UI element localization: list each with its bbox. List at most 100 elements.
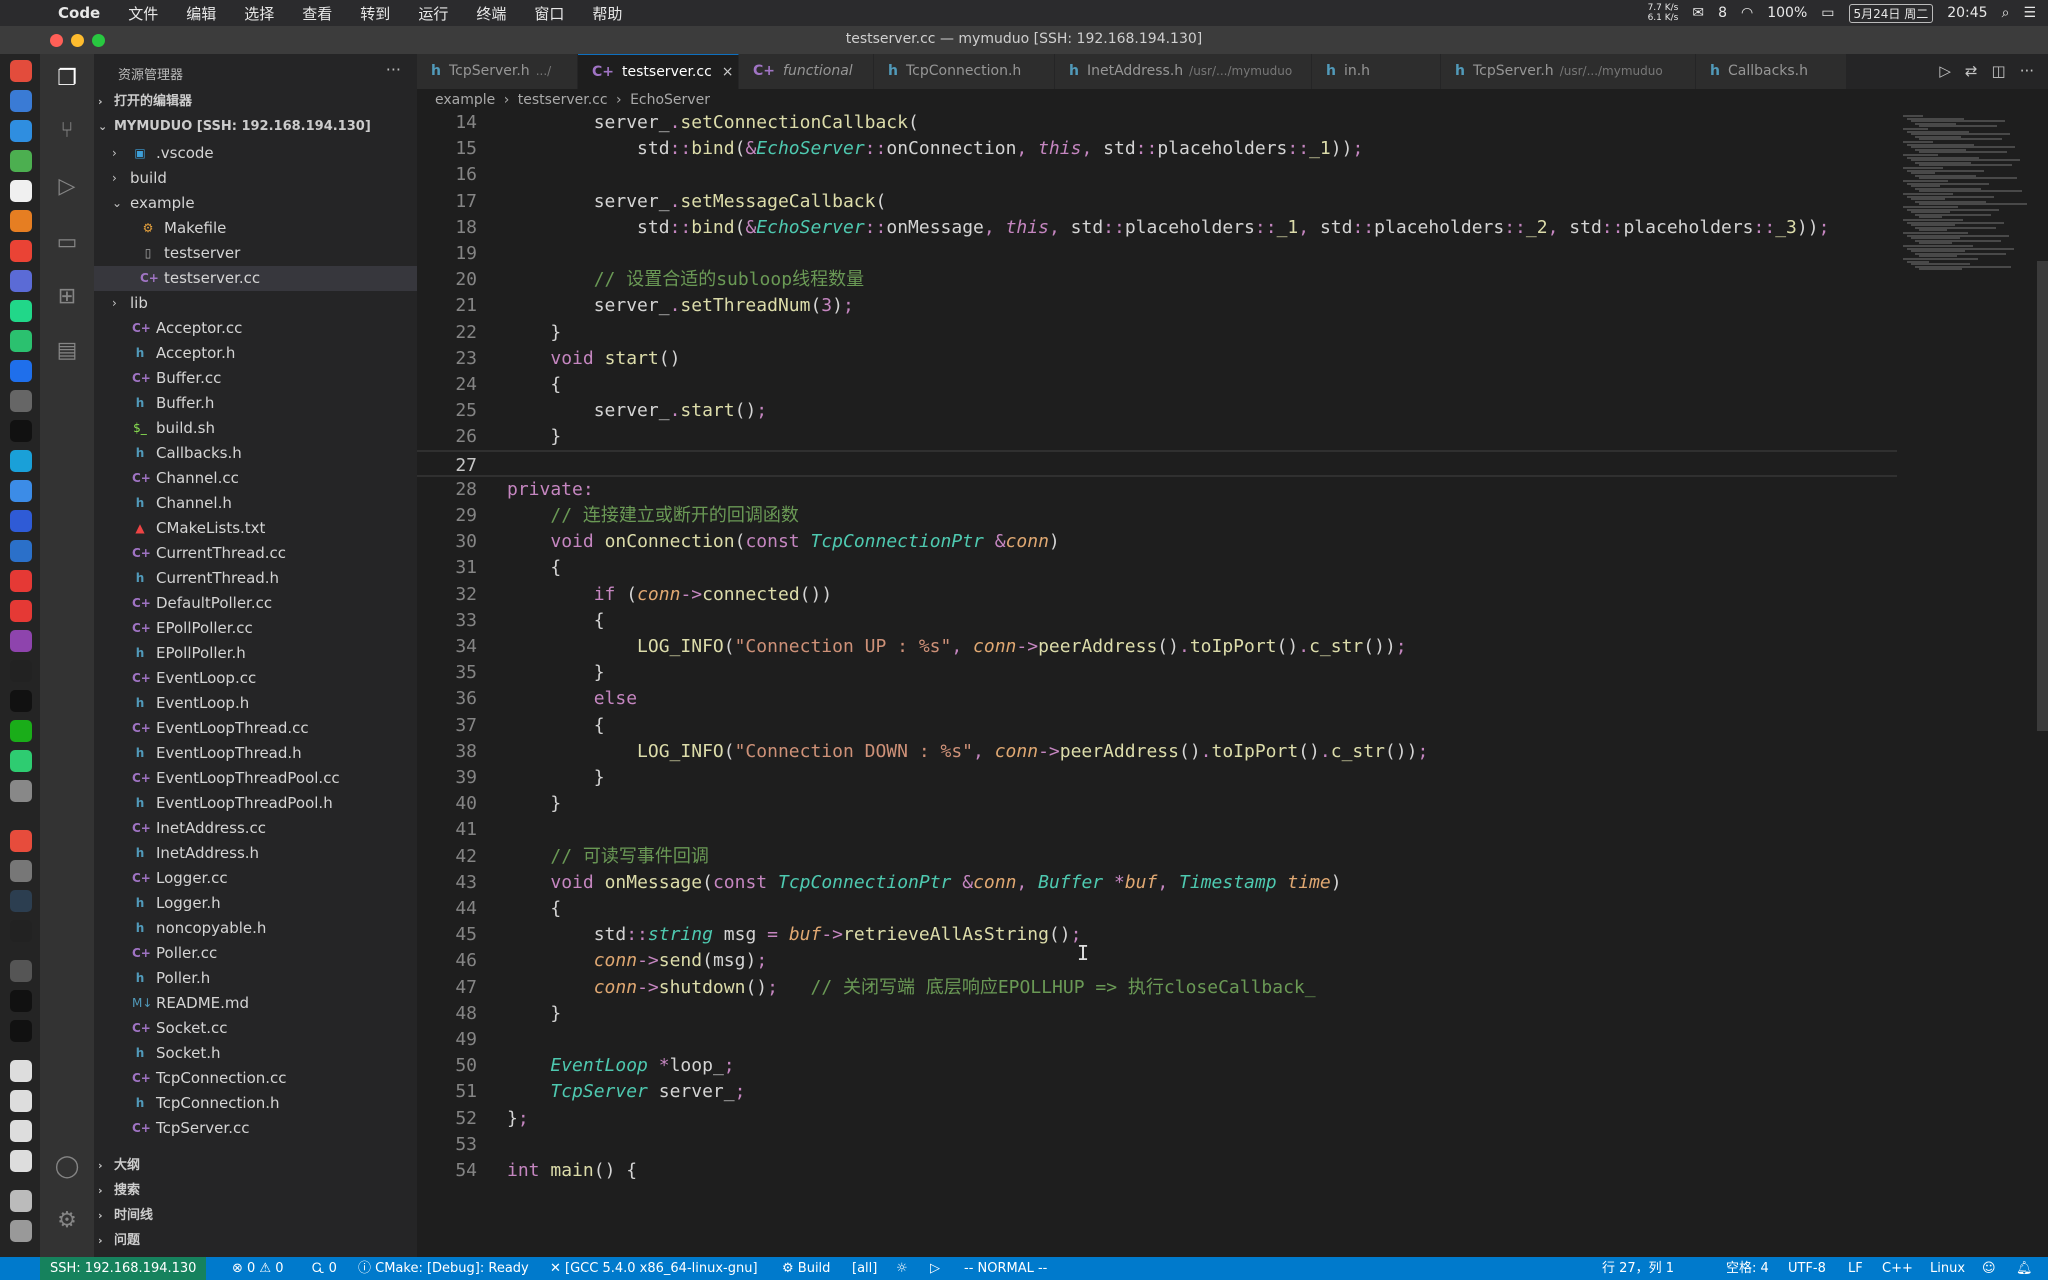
editor-tab[interactable]: h Callbacks.h <box>1696 54 1847 89</box>
pycharm-icon[interactable] <box>10 330 32 352</box>
trash-icon[interactable] <box>10 1220 32 1242</box>
app-icon[interactable] <box>10 750 32 772</box>
code-line[interactable]: 41 <box>417 816 1897 843</box>
code-line[interactable]: 52}; <box>417 1105 1897 1132</box>
app-icon[interactable] <box>10 1020 32 1042</box>
menu-view[interactable]: 查看 <box>288 3 346 24</box>
settings-icon[interactable] <box>10 780 32 802</box>
breadcrumb-file[interactable]: testserver.cc <box>518 92 608 108</box>
tree-item[interactable]: C+ TcpConnection.cc <box>94 1066 417 1091</box>
code-line[interactable]: 21 server_.setThreadNum(3); <box>417 292 1897 319</box>
cmake-icon[interactable]: ▤ <box>54 338 80 364</box>
timeline-section[interactable]: › 时间线 <box>94 1205 417 1227</box>
code-line[interactable]: 25 server_.start(); <box>417 397 1897 424</box>
tree-item[interactable]: h CurrentThread.h <box>94 566 417 591</box>
run-icon[interactable]: ▷ <box>1939 54 1951 89</box>
split-editor-icon[interactable]: ◫ <box>1992 54 2006 89</box>
tree-item[interactable]: C+ InetAddress.cc <box>94 816 417 841</box>
code-line[interactable]: 24 { <box>417 371 1897 398</box>
code-line[interactable]: 28 private: <box>417 476 1897 503</box>
run-play-icon[interactable]: ▷ <box>930 1257 940 1280</box>
tree-item[interactable]: h EventLoopThread.h <box>94 741 417 766</box>
code-line[interactable]: 26 } <box>417 423 1897 450</box>
extensions-icon[interactable]: ⊞ <box>54 284 80 310</box>
tree-item[interactable]: C+ EventLoopThread.cc <box>94 716 417 741</box>
menu-app-name[interactable]: Code <box>44 4 114 22</box>
tree-item[interactable]: C+ testserver.cc <box>94 266 417 291</box>
problems-section[interactable]: › 问题 <box>94 1230 417 1252</box>
code-line[interactable]: 45 std::string msg = buf->retrieveAllAsS… <box>417 921 1897 948</box>
editor-tab[interactable]: h TcpConnection.h <box>874 54 1055 89</box>
scrollbar-thumb[interactable] <box>2037 261 2048 731</box>
netease-music-icon[interactable] <box>10 600 32 622</box>
tree-item[interactable]: ▲ CMakeLists.txt <box>94 516 417 541</box>
code-line[interactable]: 36 else <box>417 685 1897 712</box>
code-line[interactable]: 14 server_.setConnectionCallback( <box>417 111 1897 136</box>
build-target[interactable]: [all] <box>852 1257 877 1280</box>
cmake-kit[interactable]: ✕ [GCC 5.4.0 x86_64-linux-gnu] <box>550 1257 758 1280</box>
editor-tab[interactable]: C+ functional <box>739 54 874 89</box>
tree-item[interactable]: h EventLoopThreadPool.h <box>94 791 417 816</box>
app-icon[interactable] <box>10 890 32 912</box>
explorer-icon[interactable]: ❐ <box>54 66 80 92</box>
run-debug-icon[interactable]: ▷ <box>54 174 80 200</box>
app-icon[interactable] <box>10 830 32 852</box>
notifications-icon[interactable]: 🔔︎ <box>2016 1257 2033 1280</box>
app-icon[interactable] <box>10 540 32 562</box>
line-ending[interactable]: LF <box>1848 1257 1863 1280</box>
open-editors-section[interactable]: › 打开的编辑器 <box>94 91 417 113</box>
vscode-icon[interactable] <box>10 360 32 382</box>
menu-go[interactable]: 转到 <box>346 3 404 24</box>
explorer-more-button[interactable]: ··· <box>386 60 401 79</box>
app-icon[interactable] <box>10 270 32 292</box>
tree-item[interactable]: › lib <box>94 291 417 316</box>
app-icon[interactable] <box>10 480 32 502</box>
app-icon[interactable] <box>10 860 32 882</box>
breadcrumb-symbol[interactable]: EchoServer <box>630 92 710 108</box>
code-line[interactable]: 31 { <box>417 554 1897 581</box>
code-line[interactable]: 53 <box>417 1131 1897 1158</box>
code-line[interactable]: 42 // 可读写事件回调 <box>417 843 1897 870</box>
code-editor[interactable]: 14 server_.setConnectionCallback(15 std:… <box>417 111 1897 1257</box>
tree-item[interactable]: ⚙ Makefile <box>94 216 417 241</box>
tree-item[interactable]: $_ build.sh <box>94 416 417 441</box>
build-button[interactable]: ⚙ Build <box>782 1257 830 1280</box>
workspace-section[interactable]: ⌄ MYMUDUO [SSH: 192.168.194.130] <box>94 116 417 138</box>
code-line[interactable]: 46 conn->send(msg); <box>417 947 1897 974</box>
editor-tab[interactable]: h InetAddress.h/usr/.../mymuduo <box>1055 54 1312 89</box>
menu-edit[interactable]: 编辑 <box>172 3 230 24</box>
wifi-icon[interactable]: ◠ <box>1741 5 1753 21</box>
encoding[interactable]: UTF-8 <box>1788 1257 1826 1280</box>
code-line[interactable]: 18 std::bind(&EchoServer::onMessage, thi… <box>417 214 1897 241</box>
code-line[interactable]: 51 TcpServer server_; <box>417 1078 1897 1105</box>
menu-help[interactable]: 帮助 <box>578 3 636 24</box>
tree-item[interactable]: h noncopyable.h <box>94 916 417 941</box>
breadcrumb-folder[interactable]: example <box>435 92 495 108</box>
editor-tab[interactable]: h TcpServer.h .../ <box>417 54 578 89</box>
chrome-icon[interactable] <box>10 60 32 82</box>
ports-count[interactable]: Ꮹ 0 <box>312 1257 337 1280</box>
date-label[interactable]: 5月24日 周二 <box>1848 3 1934 23</box>
wechat-dock-icon[interactable] <box>10 720 32 742</box>
notes-icon[interactable] <box>10 180 32 202</box>
chrome-alt-icon[interactable] <box>10 240 32 262</box>
code-line[interactable]: 33 { <box>417 607 1897 634</box>
cursor-position[interactable]: 行 27，列 1 <box>1602 1257 1674 1280</box>
qq-icon[interactable] <box>10 690 32 712</box>
tree-item[interactable]: C+ EventLoopThreadPool.cc <box>94 766 417 791</box>
remote-indicator[interactable]: SSH: 192.168.194.130 <box>40 1257 207 1280</box>
tree-item[interactable]: C+ Socket.cc <box>94 1016 417 1041</box>
tree-item[interactable]: C+ Channel.cc <box>94 466 417 491</box>
battery-percent[interactable]: 100% <box>1767 5 1807 21</box>
menu-selection[interactable]: 选择 <box>230 3 288 24</box>
code-line[interactable]: 19 <box>417 240 1897 267</box>
window-thumb-icon[interactable] <box>10 1060 32 1082</box>
outline-section[interactable]: › 大纲 <box>94 1155 417 1177</box>
code-line[interactable]: 27 <box>417 449 1897 477</box>
code-line[interactable]: 30 void onConnection(const TcpConnection… <box>417 528 1897 555</box>
window-thumb-icon[interactable] <box>10 1150 32 1172</box>
code-line[interactable]: 47 conn->shutdown(); // 关闭写端 底层响应EPOLLHU… <box>417 974 1897 1001</box>
problems-count[interactable]: ⊗ 0 ⚠ 0 <box>232 1257 284 1280</box>
menu-file[interactable]: 文件 <box>114 3 172 24</box>
language-mode[interactable]: C++ <box>1882 1257 1913 1280</box>
